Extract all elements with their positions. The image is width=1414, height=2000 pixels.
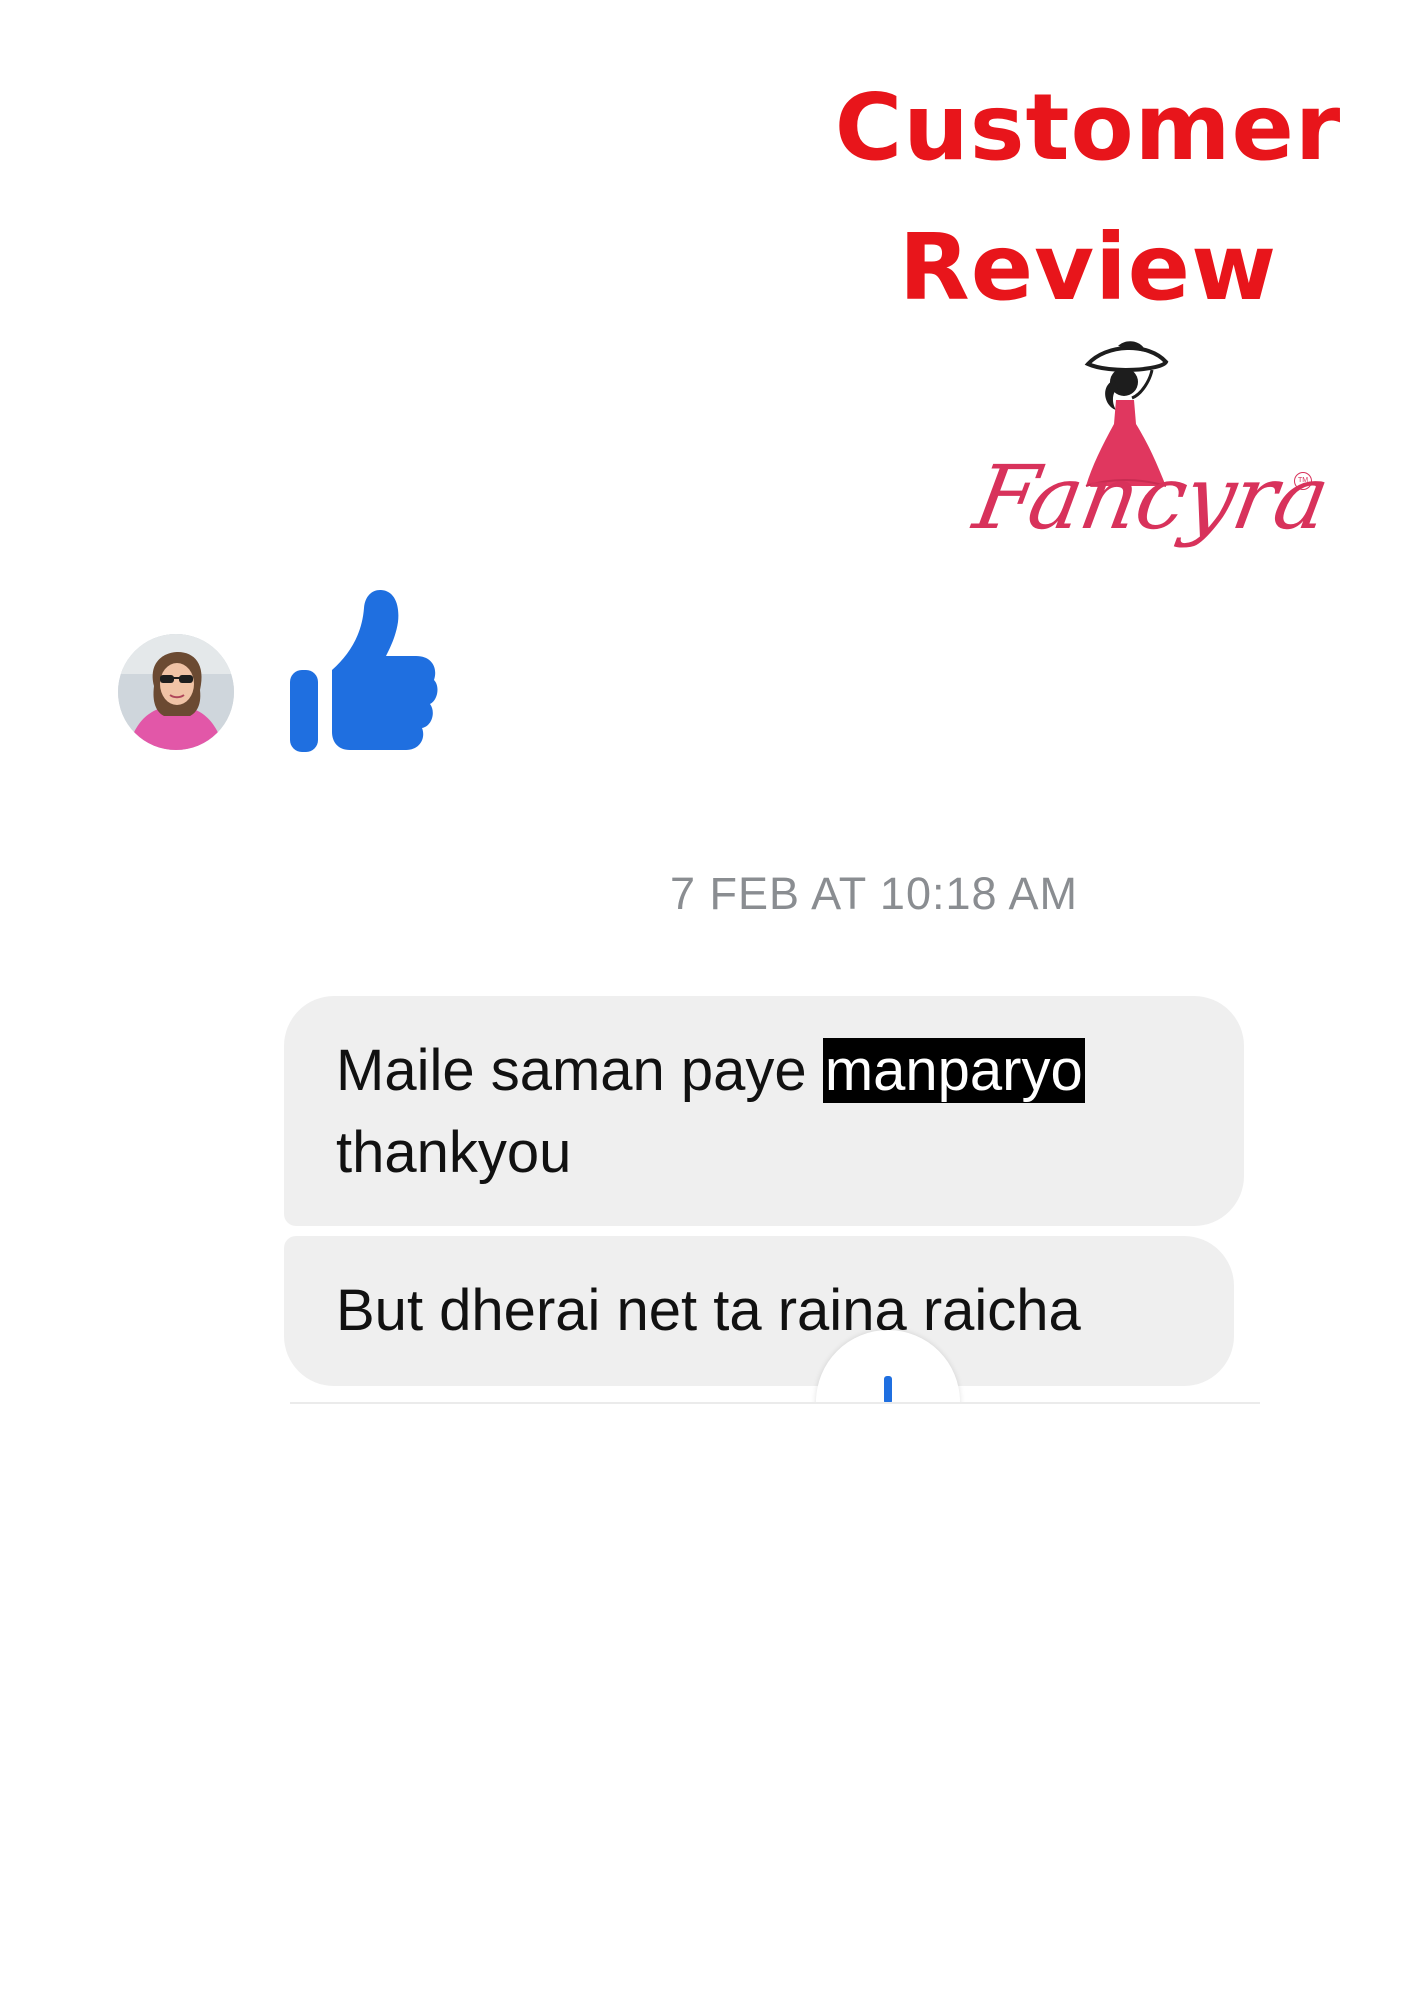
trademark-symbol: TM bbox=[1294, 472, 1312, 490]
message-text-2: But dherai net ta raina raicha bbox=[336, 1278, 1081, 1343]
reaction-row bbox=[112, 590, 472, 760]
title-line-customer: Customer bbox=[834, 74, 1342, 181]
user-avatar-icon bbox=[118, 634, 234, 750]
review-title: Customer Review bbox=[808, 58, 1368, 338]
message-bubble-2[interactable]: But dherai net ta raina raicha bbox=[284, 1236, 1234, 1386]
message-text: Maile saman paye bbox=[336, 1038, 823, 1103]
highlighted-word: manparyo bbox=[822, 1038, 1085, 1103]
message-timestamp: 7 FEB AT 10:18 AM bbox=[670, 868, 1079, 919]
brand-wordmark: Fancyra bbox=[967, 446, 1336, 549]
title-line-review: Review bbox=[898, 214, 1278, 321]
arrow-down-icon bbox=[884, 1376, 892, 1404]
brand-logo: Fancyra TM bbox=[967, 340, 1336, 600]
blank-area bbox=[0, 1404, 1414, 2000]
thumbs-up-icon[interactable] bbox=[280, 590, 440, 756]
message-bubble[interactable]: Maile saman paye manparyo thankyou bbox=[284, 996, 1244, 1226]
sender-avatar[interactable] bbox=[118, 634, 234, 750]
message-line-2: thankyou bbox=[336, 1120, 572, 1185]
message-line: Maile saman paye manparyo bbox=[336, 1030, 1194, 1112]
